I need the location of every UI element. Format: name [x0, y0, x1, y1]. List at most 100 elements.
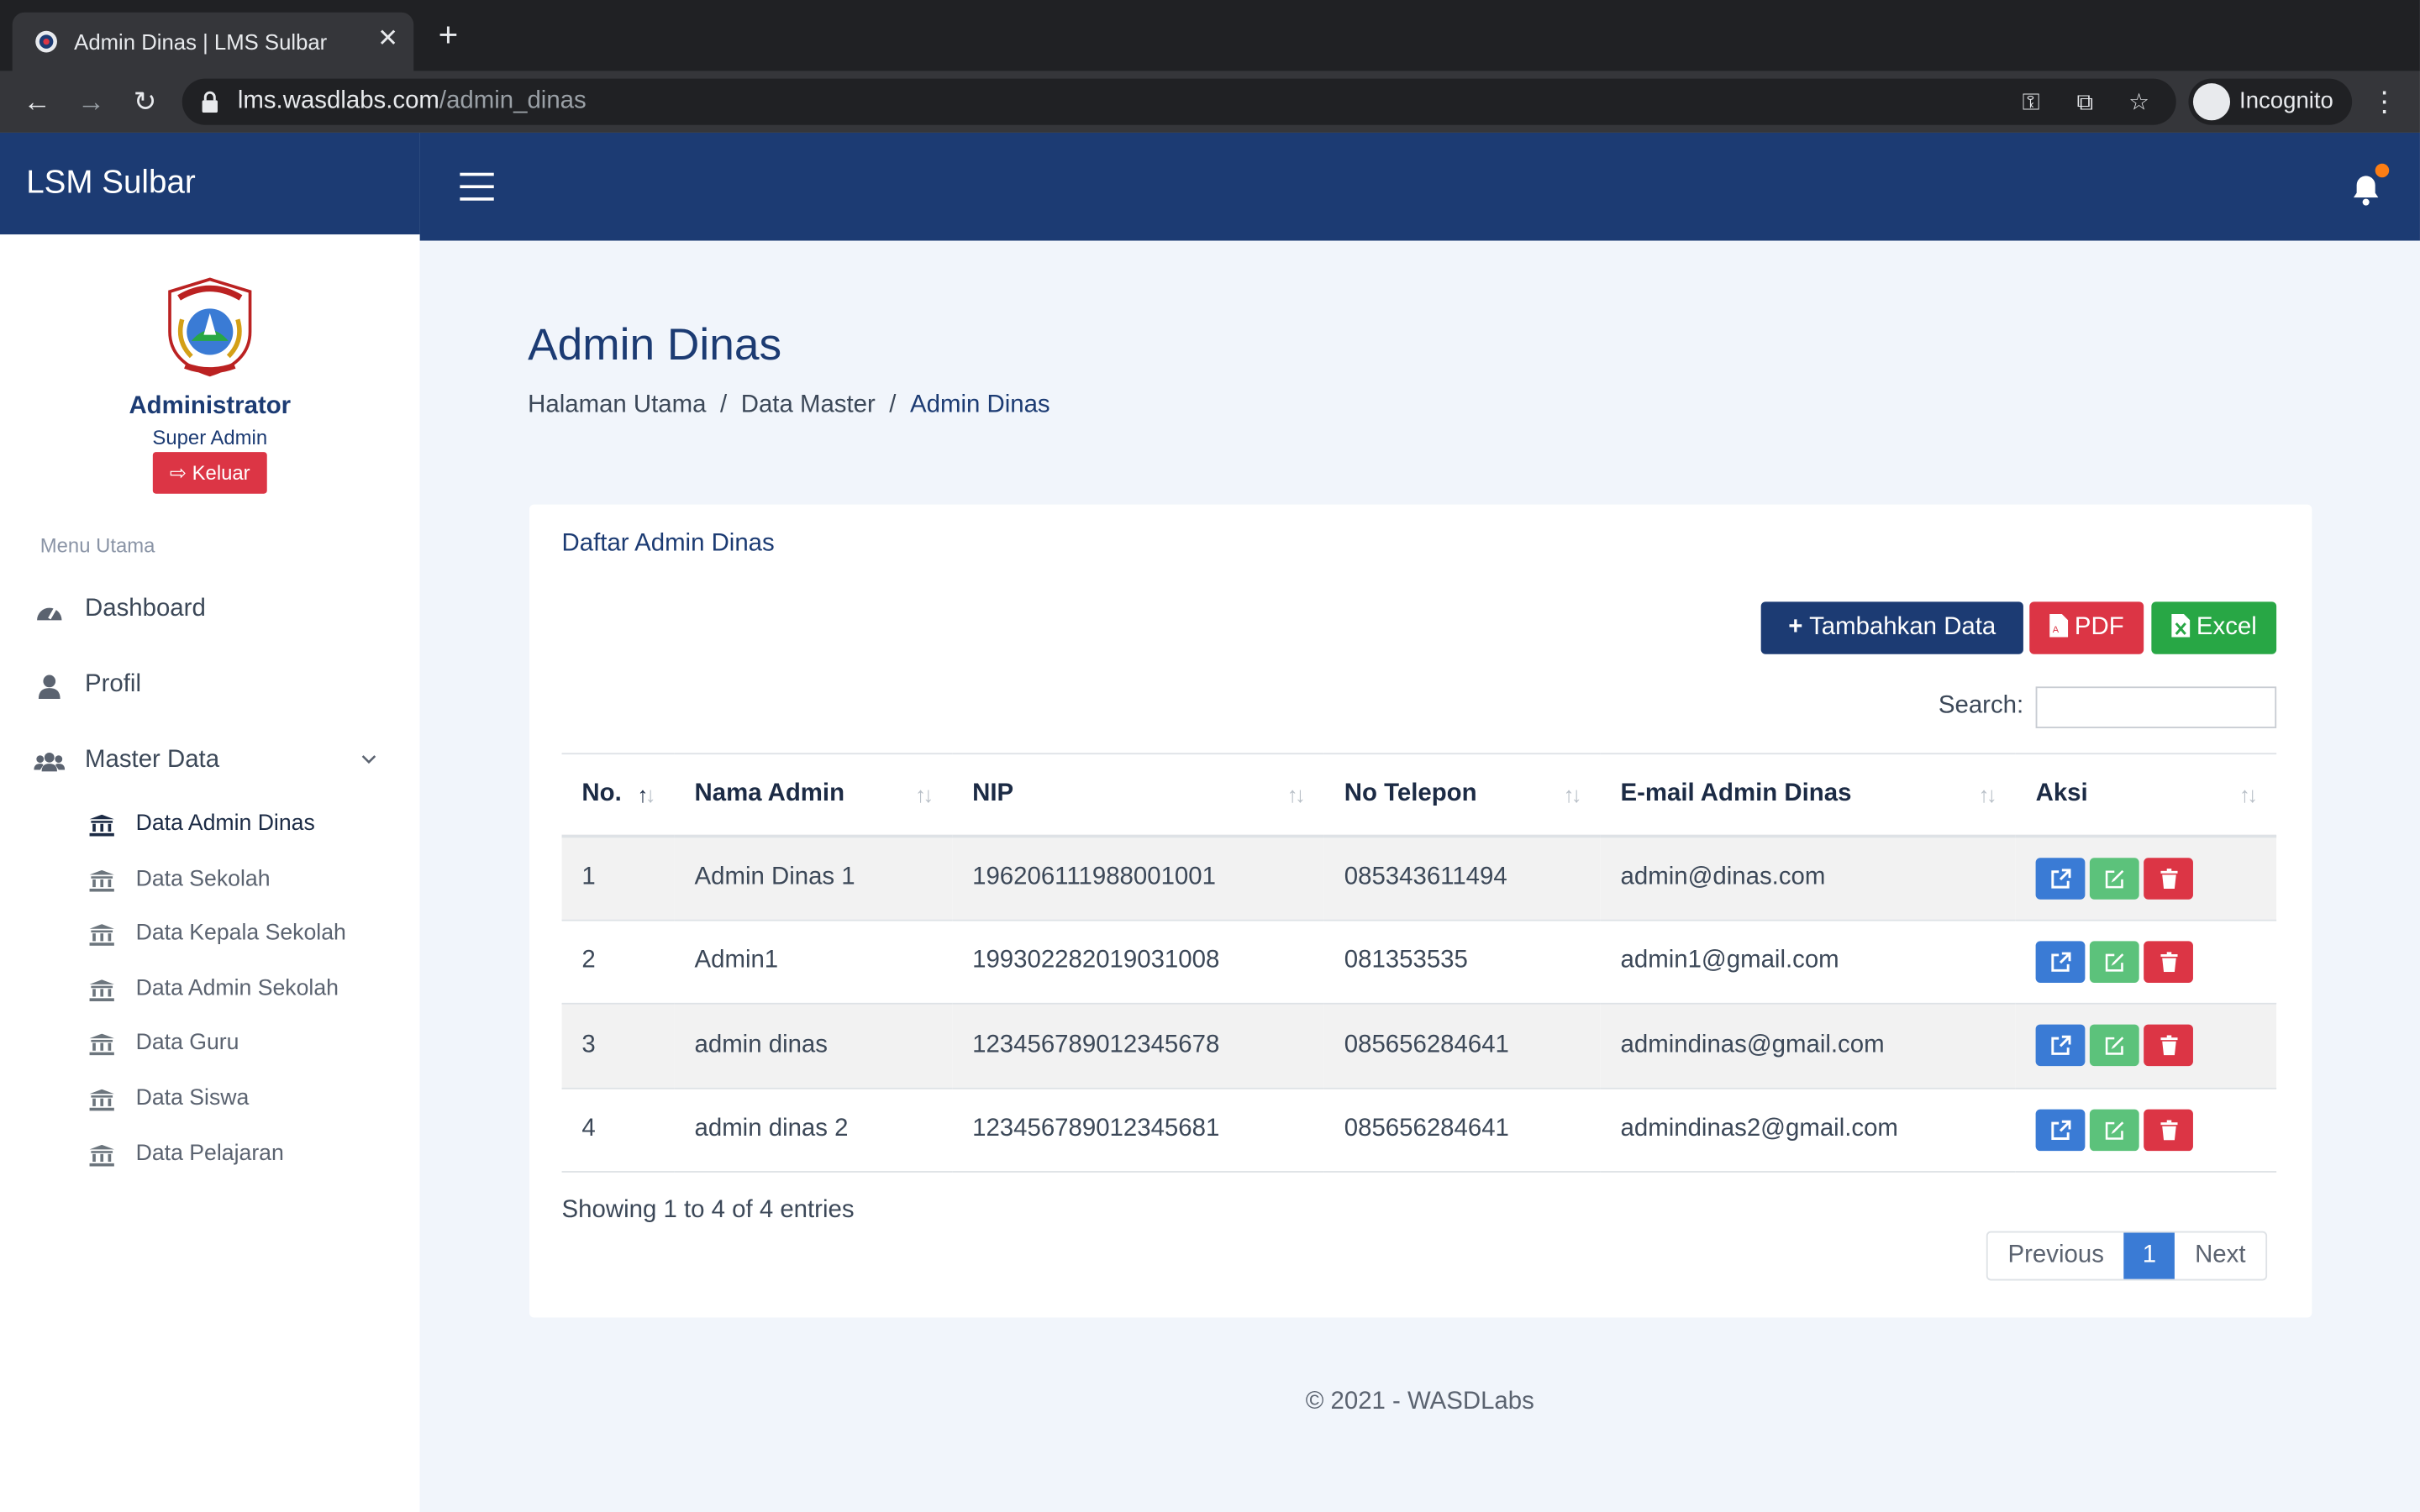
edit-button[interactable]: [2089, 1109, 2139, 1151]
plus-icon: +: [1788, 614, 1803, 641]
back-arrow-icon[interactable]: ←: [18, 83, 55, 120]
cell-no: 1: [581, 864, 596, 890]
export-pdf-button[interactable]: A PDF: [2029, 601, 2144, 654]
notification-bell-icon[interactable]: [2349, 163, 2390, 207]
breadcrumb-item-master[interactable]: Data Master: [741, 392, 876, 418]
delete-button[interactable]: [2144, 940, 2193, 983]
external-link-icon: [2050, 1120, 2070, 1140]
card-title: Daftar Admin Dinas: [561, 530, 775, 558]
sidebar-subitem-label: Data Siswa: [135, 1086, 250, 1111]
sidebar-subitem-data-kepala-sekolah[interactable]: Data Kepala Sekolah: [89, 913, 398, 956]
edit-icon: [2104, 953, 2123, 972]
column-header-nama-admin[interactable]: Nama Admin ↑↓: [675, 753, 953, 835]
sidebar-subitem-data-pelajaran[interactable]: Data Pelajaran: [89, 1134, 398, 1177]
browser-tab[interactable]: Admin Dinas | LMS Sulbar ✕: [12, 12, 414, 71]
pagination-next[interactable]: Next: [2175, 1233, 2265, 1279]
edit-button[interactable]: [2089, 857, 2139, 899]
column-header-nip[interactable]: NIP ↑↓: [952, 753, 1324, 835]
brand-name[interactable]: LSM Sulbar: [26, 165, 196, 202]
sidebar-subitem-data-siswa[interactable]: Data Siswa: [89, 1079, 398, 1121]
sidebar-subitem-label: Data Admin Dinas: [135, 811, 315, 837]
cell-nama-admin: admin dinas: [694, 1032, 828, 1058]
cell-nip: 123456789012345681: [972, 1116, 1220, 1142]
pagination-page-1[interactable]: 1: [2123, 1232, 2175, 1279]
incognito-indicator[interactable]: Incognito: [2188, 78, 2353, 125]
incognito-icon: [2192, 83, 2231, 121]
lock-icon: [202, 91, 218, 113]
cell-nip: 199302282019031008: [972, 948, 1220, 974]
column-header-email[interactable]: E-mail Admin Dinas ↑↓: [1601, 753, 2016, 835]
view-button[interactable]: [2035, 1109, 2086, 1151]
cell-aksi: [2016, 1004, 2276, 1088]
column-header-aksi[interactable]: Aksi ↑↓: [2016, 753, 2276, 835]
cell-nip: 123456789012345678: [972, 1032, 1220, 1058]
sidebar-item-master-data[interactable]: Master Data: [34, 739, 388, 785]
translate-icon[interactable]: ⧉: [2070, 88, 2101, 119]
sidebar-item-profil[interactable]: Profil: [34, 664, 388, 710]
sort-icon: ↑↓: [2239, 782, 2258, 807]
cell-email: admin@dinas.com: [1620, 864, 1826, 890]
bookmark-star-icon[interactable]: ☆: [2123, 88, 2154, 119]
tachometer-icon: [37, 606, 62, 621]
search-input[interactable]: [2035, 686, 2277, 728]
external-link-icon: [2050, 1036, 2070, 1056]
incognito-label: Incognito: [2239, 87, 2333, 114]
logout-button[interactable]: ⇨ Keluar: [152, 452, 267, 494]
cell-aksi: [2016, 836, 2276, 920]
view-button[interactable]: [2035, 940, 2086, 983]
key-icon[interactable]: ⚿: [2016, 88, 2047, 119]
table-row: 4 admin dinas 2 123456789012345681 08565…: [561, 1088, 2277, 1172]
address-bar[interactable]: lms.wasdlabs.com/admin_dinas ⚿ ⧉ ☆: [182, 78, 2176, 125]
browser-toolbar: ← → ↻ lms.wasdlabs.com/admin_dinas ⚿ ⧉ ☆…: [0, 71, 2420, 133]
table-info: Showing 1 to 4 of 4 entries: [561, 1197, 855, 1224]
sidebar-item-dashboard[interactable]: Dashboard: [34, 588, 388, 634]
hamburger-menu-icon[interactable]: [460, 172, 494, 201]
export-excel-button[interactable]: Excel: [2151, 601, 2277, 654]
forward-arrow-icon[interactable]: →: [72, 83, 109, 120]
breadcrumb: Halaman Utama / Data Master / Admin Dinas: [528, 392, 1050, 420]
url-path: /admin_dinas: [439, 87, 587, 114]
delete-button[interactable]: [2144, 1025, 2193, 1067]
edit-icon: [2104, 1121, 2123, 1140]
cell-nip: 196206111988001001: [972, 864, 1216, 890]
sidebar-subitem-label: Data Admin Sekolah: [135, 976, 339, 1002]
notification-dot: [2375, 163, 2390, 178]
cell-email: admin1@gmail.com: [1620, 948, 1839, 974]
users-icon: [34, 752, 66, 772]
sidebar-subitem-label: Data Sekolah: [135, 867, 271, 892]
tab-close-icon[interactable]: ✕: [377, 26, 398, 54]
sidebar-subitem-data-sekolah[interactable]: Data Sekolah: [89, 859, 398, 902]
app-brand: LSM Sulbar: [0, 132, 420, 235]
view-button[interactable]: [2035, 857, 2086, 899]
sort-icon: ↑↓: [915, 782, 934, 807]
chevron-down-icon: [361, 755, 376, 764]
edit-button[interactable]: [2089, 940, 2139, 983]
cell-no-telepon: 081353535: [1344, 948, 1468, 974]
delete-button[interactable]: [2144, 857, 2193, 899]
sidebar-subitem-data-admin-dinas[interactable]: Data Admin Dinas: [89, 804, 398, 847]
breadcrumb-item-home[interactable]: Halaman Utama: [528, 392, 706, 418]
reload-icon[interactable]: ↻: [127, 83, 164, 120]
edit-icon: [2104, 1037, 2123, 1056]
delete-button[interactable]: [2144, 1109, 2193, 1151]
cell-no-telepon: 085343611494: [1344, 864, 1507, 890]
sidebar-subitem-data-admin-sekolah[interactable]: Data Admin Sekolah: [89, 969, 398, 1011]
institution-icon: [89, 869, 114, 892]
sort-icon: ↑↓: [1286, 782, 1306, 807]
menu-section-label: Menu Utama: [39, 533, 155, 558]
column-header-no-telepon[interactable]: No Telepon ↑↓: [1324, 753, 1601, 835]
cell-no: 2: [581, 948, 596, 974]
edit-button[interactable]: [2089, 1025, 2139, 1067]
trash-icon: [2160, 868, 2177, 889]
svg-text:A: A: [2052, 625, 2059, 635]
new-tab-icon[interactable]: +: [439, 18, 459, 51]
sidebar-subitem-data-guru[interactable]: Data Guru: [89, 1023, 398, 1066]
sidebar: Administrator Super Admin ⇨ Keluar Menu …: [0, 234, 420, 1512]
column-header-no[interactable]: No. ↑↓: [562, 753, 675, 835]
browser-menu-icon[interactable]: ⋮: [2370, 83, 2398, 120]
view-button[interactable]: [2035, 1025, 2086, 1067]
sidebar-item-label: Profil: [85, 670, 141, 698]
cell-no-telepon: 085656284641: [1344, 1032, 1509, 1058]
pagination-previous[interactable]: Previous: [1988, 1233, 2124, 1279]
add-data-button[interactable]: + Tambahkan Data: [1760, 601, 2023, 654]
